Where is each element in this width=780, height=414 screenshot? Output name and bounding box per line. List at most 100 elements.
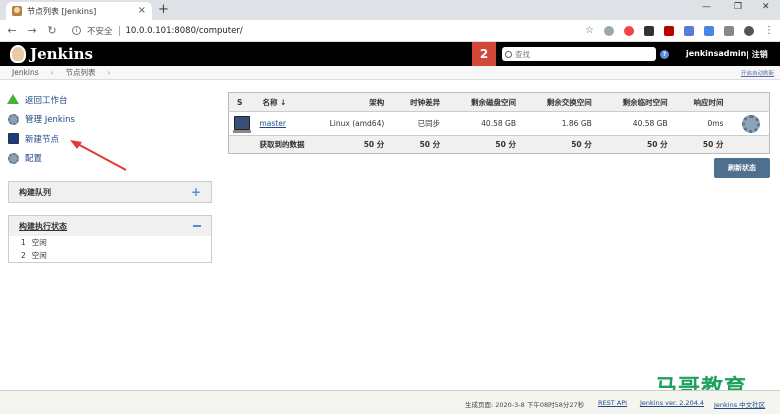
logout-link[interactable]: | 注销 — [746, 49, 768, 60]
task-back-dashboard[interactable]: 返回工作台 — [7, 90, 212, 110]
col-arch[interactable]: 架构 — [324, 92, 395, 112]
summary-empty — [228, 135, 255, 154]
extension-circle-icon[interactable] — [624, 25, 634, 36]
executors-header[interactable]: 构建执行状态 — [9, 216, 211, 236]
back-button[interactable]: ← — [6, 24, 18, 37]
search-input[interactable] — [515, 49, 645, 59]
footer-rest-api[interactable]: REST API — [598, 399, 627, 407]
build-queue-title[interactable]: 构建队列 — [19, 187, 51, 198]
tab-close-icon[interactable]: × — [138, 6, 146, 16]
col-disk[interactable]: 剩余磁盘空间 — [450, 92, 526, 112]
task-manage-jenkins[interactable]: 管理 Jenkins — [8, 110, 212, 130]
refresh-status-button[interactable]: 刷新状态 — [714, 158, 770, 178]
jenkins-header: Jenkins 2 ? jenkinsadmin | 注销 — [0, 42, 780, 66]
menu-kebab-icon[interactable]: ⋮ — [764, 25, 774, 36]
profile-avatar-icon[interactable] — [744, 25, 754, 36]
task-label[interactable]: 管理 Jenkins — [25, 113, 75, 125]
red-arrow-annotation — [70, 140, 127, 171]
summary-response[interactable]: 50 分 — [677, 135, 734, 154]
omnibox[interactable]: i 不安全 10.0.0.101:8080/computer/ — [66, 23, 576, 39]
footer-generated: 生成页面: 2020-3-8 下午08时58分27秒 — [465, 401, 585, 409]
info-icon[interactable]: i — [72, 26, 81, 35]
breadcrumb-separator[interactable]: › — [107, 69, 110, 77]
node-link-master[interactable]: master — [259, 119, 285, 128]
tab-title: 节点列表 [Jenkins] — [27, 6, 97, 16]
col-name[interactable]: 名称 ↓ — [254, 92, 325, 112]
extension-icons: ☆ ⋮ — [585, 25, 774, 36]
search-box[interactable] — [502, 47, 656, 61]
node-swap: 1.86 GB — [561, 119, 592, 128]
summary-temp[interactable]: 50 分 — [601, 135, 678, 154]
node-clock: 已同步 — [417, 119, 441, 128]
node-gear-icon[interactable] — [742, 114, 761, 133]
table-row: master Linux (amd64) 已同步 40.58 GB 1.86 G… — [229, 112, 770, 136]
task-label[interactable]: 新建节点 — [25, 133, 59, 145]
node-status-cell — [229, 112, 255, 136]
summary-swap[interactable]: 50 分 — [525, 135, 602, 154]
col-actions — [733, 92, 770, 112]
computer-icon — [233, 115, 251, 133]
side-panel: 返回工作台 管理 Jenkins 新建节点 配置 构建队列 + 构建执行状态 1… — [7, 90, 212, 263]
executor-row: 1 空闲 — [9, 236, 211, 249]
extension-puzzle-icon[interactable] — [724, 25, 734, 36]
executor-number: 2 — [21, 251, 26, 260]
omnibox-divider — [118, 25, 120, 36]
node-response: 0ms — [707, 119, 724, 128]
gear-icon — [8, 152, 19, 164]
restore-button[interactable]: ❐ — [734, 2, 742, 12]
jenkins-logo[interactable]: Jenkins — [10, 45, 93, 63]
jenkins-brand: Jenkins — [30, 45, 93, 63]
summary-row: 获取到的数据 50 分 50 分 50 分 50 分 50 分 50 分 — [228, 135, 770, 154]
summary-empty — [733, 135, 770, 154]
summary-label: 获取到的数据 — [254, 135, 325, 154]
node-disk: 40.58 GB — [481, 119, 516, 128]
notification-badge[interactable]: 2 — [472, 42, 496, 66]
help-icon[interactable]: ? — [660, 50, 669, 59]
node-config-cell — [733, 112, 769, 136]
executor-status: 空闲 — [31, 238, 47, 247]
forward-button[interactable]: → — [26, 24, 38, 37]
footer-version[interactable]: Jenkins ver. 2.204.4 — [640, 399, 704, 407]
breadcrumb-jenkins[interactable]: Jenkins — [12, 68, 39, 77]
col-temp[interactable]: 剩余临时空间 — [601, 92, 678, 112]
task-label[interactable]: 返回工作台 — [25, 94, 68, 106]
minimize-button[interactable]: — — [702, 2, 711, 12]
task-label[interactable]: 配置 — [25, 152, 42, 164]
url-text[interactable]: 10.0.0.101:8080/computer/ — [126, 26, 243, 36]
star-icon[interactable]: ☆ — [585, 25, 594, 36]
auto-refresh-link[interactable]: 开启自动刷新 — [741, 69, 774, 77]
extension-check-icon[interactable] — [684, 25, 694, 36]
col-swap[interactable]: 剩余交换空间 — [525, 92, 602, 112]
col-clock[interactable]: 时钟差异 — [394, 92, 451, 112]
gear-icon — [8, 113, 19, 125]
browser-tab[interactable]: 节点列表 [Jenkins] × — [6, 2, 152, 20]
breadcrumb-nodes[interactable]: 节点列表 — [65, 67, 95, 78]
node-name-cell: master — [254, 112, 324, 136]
summary-arch[interactable]: 50 分 — [324, 135, 395, 154]
extension-translate-icon[interactable] — [704, 25, 714, 36]
executors-title[interactable]: 构建执行状态 — [19, 221, 67, 232]
breadcrumb-separator[interactable]: › — [51, 69, 54, 77]
address-bar-row: ← → ↻ i 不安全 10.0.0.101:8080/computer/ ☆ … — [0, 20, 780, 42]
summary-clock[interactable]: 50 分 — [394, 135, 451, 154]
jenkins-favicon-icon — [12, 6, 22, 16]
user-link[interactable]: jenkinsadmin — [686, 49, 746, 58]
extension-pdf-icon[interactable] — [664, 25, 674, 36]
collapse-minus-icon[interactable] — [193, 225, 201, 227]
build-queue-header[interactable]: 构建队列 + — [9, 182, 211, 202]
security-label: 不安全 — [87, 26, 113, 37]
col-response[interactable]: 响应时间 — [677, 92, 734, 112]
summary-disk[interactable]: 50 分 — [450, 135, 526, 154]
col-status[interactable]: S — [228, 92, 255, 112]
new-tab-button[interactable]: + — [158, 3, 169, 16]
main-panel: S 名称 ↓ 架构 时钟差异 剩余磁盘空间 剩余交换空间 剩余临时空间 响应时间… — [228, 92, 770, 178]
close-window-button[interactable]: ✕ — [762, 2, 770, 12]
reload-button[interactable]: ↻ — [46, 24, 58, 37]
footer-community[interactable]: Jenkins 中文社区 — [714, 399, 765, 409]
browser-tab-strip: 节点列表 [Jenkins] × + — ❐ ✕ — [0, 0, 780, 20]
expand-plus-icon[interactable]: + — [191, 186, 201, 198]
executor-status: 空闲 — [31, 251, 47, 260]
extension-cloud-icon[interactable] — [604, 25, 614, 36]
jenkins-butler-icon — [10, 45, 26, 63]
extension-mail-icon[interactable] — [644, 25, 654, 36]
